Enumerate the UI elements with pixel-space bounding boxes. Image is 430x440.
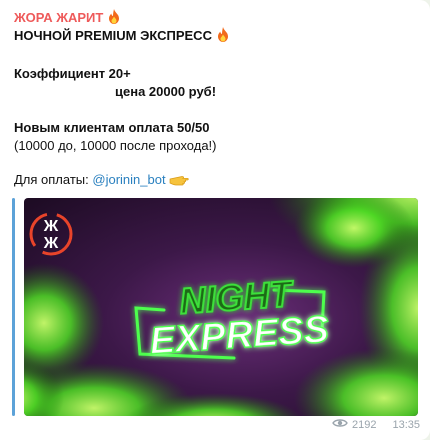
payment-line: Для оплаты: @jorinin_bot: [14, 172, 189, 189]
logo-letters-top: Ж: [43, 218, 59, 235]
message-bubble: ЖОРА ЖАРИТ НОЧНОЙ PREMIUM ЭКСПРЕСС Коэфф…: [0, 0, 430, 440]
post-headline: НОЧНОЙ PREMIUM ЭКСПРЕСС: [14, 27, 230, 45]
message-time: 13:35: [392, 418, 420, 431]
bot-link[interactable]: @jorinin_bot: [92, 172, 165, 187]
logo-letters-bottom: Ж: [43, 235, 59, 252]
channel-name-text: ЖОРА ЖАРИТ: [14, 10, 104, 25]
coefficient-text: Коэффициент 20+: [14, 66, 131, 81]
message-footer: 2192 13:35: [332, 418, 420, 431]
night-express-banner[interactable]: Ж Ж NIGHT EXPRESS: [24, 198, 418, 416]
channel-name[interactable]: ЖОРА ЖАРИТ: [14, 9, 121, 27]
image-preview[interactable]: Ж Ж NIGHT EXPRESS: [12, 198, 418, 418]
pointing-hand-icon: [169, 172, 189, 189]
banner-artwork: Ж Ж NIGHT EXPRESS: [24, 198, 418, 416]
fire-icon: [107, 9, 121, 27]
promo-text: Новым клиентам оплата 50/50: [14, 120, 210, 135]
promo-detail-text: (10000 до, 10000 после прохода!): [14, 138, 217, 153]
embed-accent-bar: [12, 198, 15, 416]
headline-text: НОЧНОЙ PREMIUM ЭКСПРЕСС: [14, 28, 212, 43]
price-text: цена 20000 руб!: [115, 84, 217, 99]
fire-icon: [216, 27, 230, 45]
payment-label: Для оплаты:: [14, 172, 89, 187]
eye-icon: [332, 418, 348, 431]
view-count: 2192: [351, 418, 377, 431]
brand-logo: Ж Ж: [29, 212, 73, 256]
banner-title-express: EXPRESS: [148, 308, 330, 362]
